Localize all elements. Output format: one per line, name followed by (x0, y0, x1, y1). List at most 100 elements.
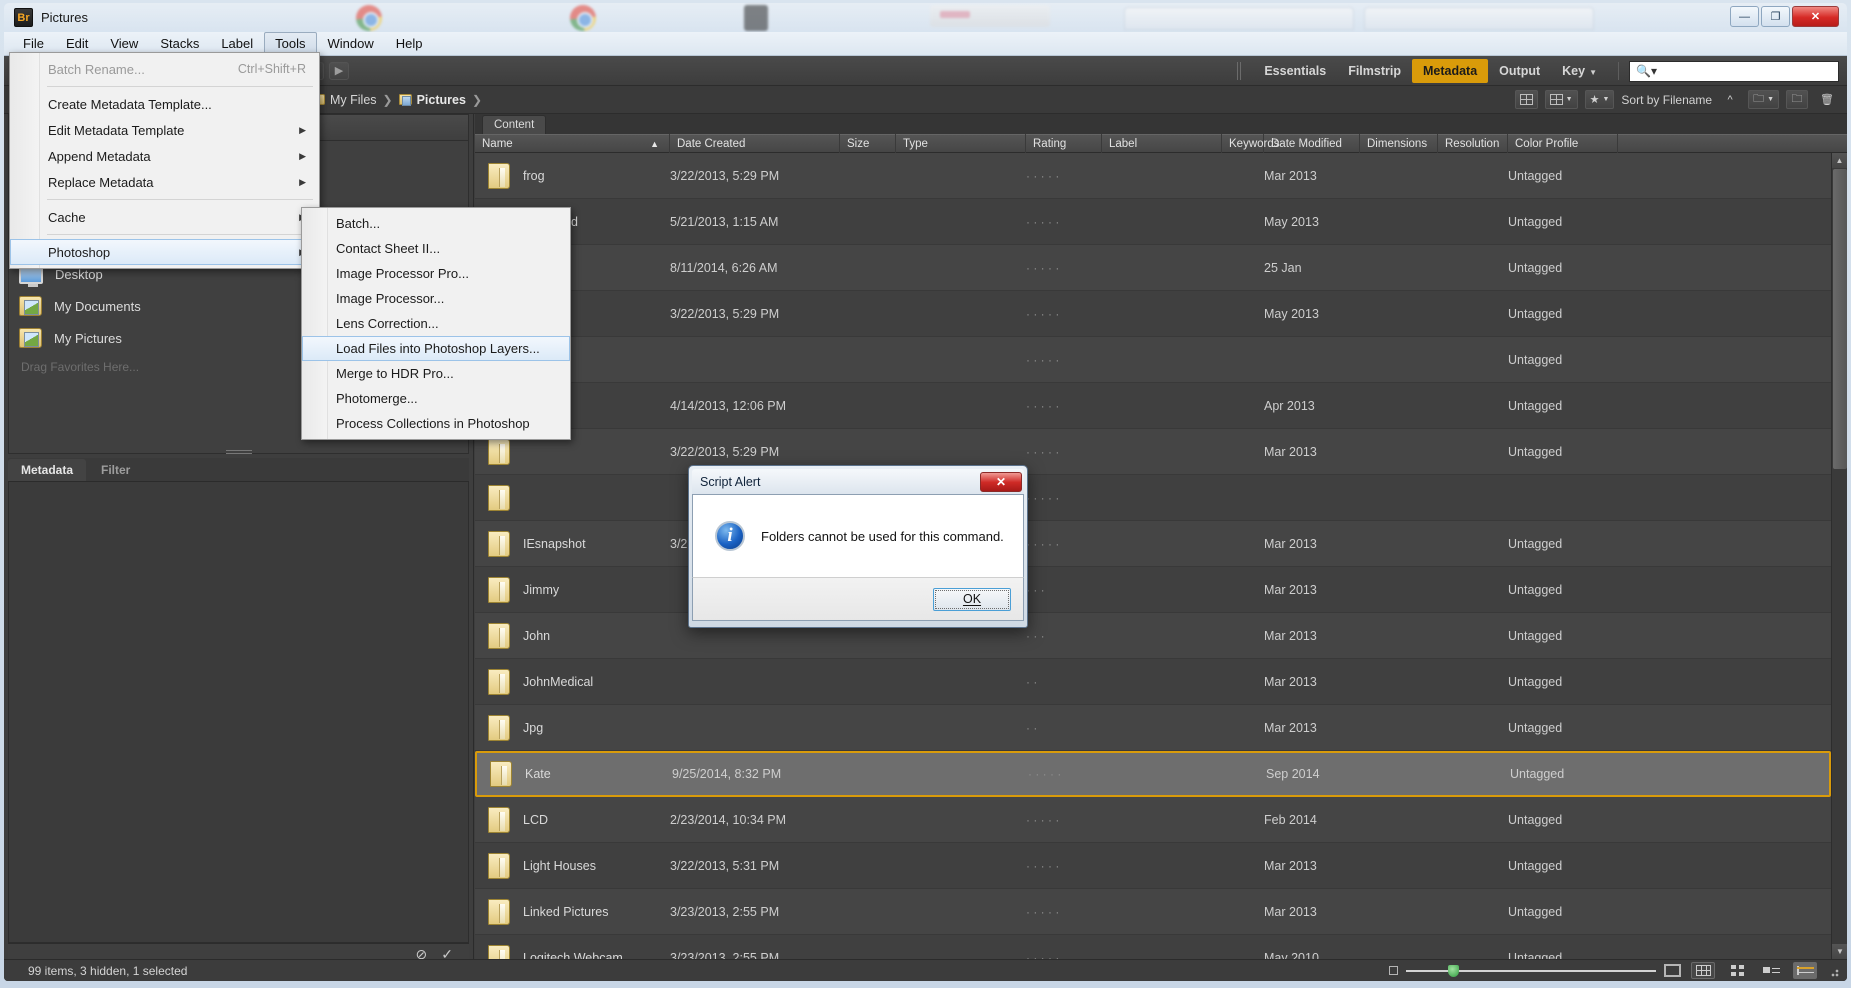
window-resize-grip[interactable] (1827, 964, 1839, 977)
thumbnail-view-button[interactable] (1514, 90, 1538, 109)
content-scrollbar[interactable]: ▲ ▼ (1831, 153, 1847, 959)
column-header-resolution[interactable]: Resolution (1438, 134, 1508, 153)
workspace-key[interactable]: Key ▼ (1551, 59, 1608, 83)
menu-item-append-metadata[interactable]: Append Metadata ▶ (10, 143, 319, 169)
column-header-label[interactable]: Label (1102, 134, 1222, 153)
workspace-filmstrip[interactable]: Filmstrip (1337, 59, 1412, 83)
table-row[interactable]: 4/14/2013, 12:06 PM · · · · · Apr 2013 Unta… (475, 383, 1831, 429)
submenu-item-lens-correction[interactable]: Lens Correction... (302, 311, 570, 336)
maximize-button[interactable]: ❐ (1761, 6, 1790, 27)
browser-tab-ghost-2 (1364, 7, 1594, 30)
cell-name: IEsnapshot (523, 536, 586, 551)
submenu-item-merge-to-hdr-pro[interactable]: Merge to HDR Pro... (302, 361, 570, 386)
thumbnail-size-slider[interactable] (1389, 964, 1681, 977)
scrollbar-thumb[interactable] (1833, 169, 1847, 469)
list-view-button[interactable] (1793, 962, 1817, 979)
menu-item-photoshop[interactable]: Photoshop ▶ (10, 239, 319, 265)
search-box[interactable]: 🔍▾ (1629, 60, 1839, 82)
details-view-button[interactable] (1759, 962, 1783, 979)
submenu-item-image-processor[interactable]: Image Processor... (302, 286, 570, 311)
breadcrumb-item-my-files[interactable]: My Files (312, 93, 377, 107)
table-row[interactable]: Light Houses 3/22/2013, 5:31 PM · · · · · M… (475, 843, 1831, 889)
table-row[interactable]: 3/22/2013, 5:29 PM · · · · · May 2013 Untag… (475, 291, 1831, 337)
slider-track[interactable] (1406, 964, 1656, 977)
folder-icon-pictures (19, 328, 42, 348)
chevron-right-icon-2[interactable]: ❯ (472, 93, 482, 107)
forward-arrow-icon[interactable]: ▶ (329, 61, 349, 80)
column-header-keywords[interactable]: Keywords (1222, 134, 1280, 153)
workspace-metadata[interactable]: Metadata (1411, 59, 1489, 83)
submenu-item-load-files-into-layers[interactable]: Load Files into Photoshop Layers... (302, 336, 570, 361)
column-header-dimensions[interactable]: Dimensions (1360, 134, 1438, 153)
large-thumbnail-icon[interactable] (1664, 964, 1681, 977)
cell-color-profile: Untagged (1508, 536, 1563, 551)
delete-button[interactable]: 🗑 (1815, 90, 1839, 109)
column-header-color-profile[interactable]: Color Profile (1508, 134, 1618, 153)
table-row[interactable]: Logitech Webcam 3/23/2013, 2:55 PM · · · ·… (475, 935, 1831, 959)
table-row[interactable]: JohnMedical · · Mar 2013 Untagged (475, 659, 1831, 705)
table-row[interactable]: Linked Pictures 3/23/2013, 2:55 PM · · · ·… (475, 889, 1831, 935)
table-row[interactable]: 3/22/2013, 5:29 PM · · · · · Mar 2013 Untag… (475, 429, 1831, 475)
sort-direction-button[interactable]: ^ (1719, 90, 1741, 109)
breadcrumb-item-pictures[interactable]: Pictures (398, 93, 466, 107)
table-row[interactable]: John · · · Mar 2013 Untagged (475, 613, 1831, 659)
submenu-item-contact-sheet[interactable]: Contact Sheet II... (302, 236, 570, 261)
tab-content[interactable]: Content (482, 115, 547, 134)
table-row[interactable]: LCD 2/23/2014, 10:34 PM · · · · · Feb 2014 U… (475, 797, 1831, 843)
table-row[interactable]: Jpg · · Mar 2013 Untagged (475, 705, 1831, 751)
tab-filter[interactable]: Filter (88, 459, 143, 481)
workspace-essentials[interactable]: Essentials (1253, 59, 1337, 83)
menu-item-create-metadata-template[interactable]: Create Metadata Template... (10, 91, 319, 117)
menu-item-edit-metadata-template[interactable]: Edit Metadata Template ▶ (10, 117, 319, 143)
new-folder-button[interactable]: 🗀 ▼ (1748, 90, 1780, 109)
dialog-title-bar: Script Alert ✕ (692, 469, 1024, 494)
column-header-type[interactable]: Type (896, 134, 1026, 153)
sort-label[interactable]: Sort by Filename (1621, 93, 1712, 107)
menu-item-replace-metadata[interactable]: Replace Metadata ▶ (10, 169, 319, 195)
dialog-close-button[interactable]: ✕ (980, 471, 1022, 492)
submenu-item-image-processor-pro[interactable]: Image Processor Pro... (302, 261, 570, 286)
file-list[interactable]: frog 3/22/2013, 5:29 PM · · · · · Mar 2013 U… (475, 153, 1831, 959)
scroll-down-arrow-icon[interactable]: ▼ (1832, 944, 1847, 959)
create-folder-button[interactable]: 🗀 (1786, 90, 1809, 109)
cell-color-profile: Untagged (1508, 260, 1563, 275)
grid-view-button[interactable] (1691, 962, 1715, 979)
table-row[interactable]: Kate 9/25/2014, 8:32 PM · · · · · Sep 2014 U… (475, 751, 1831, 797)
submenu-item-photomerge[interactable]: Photomerge... (302, 386, 570, 411)
cell-rating: · · (1026, 720, 1038, 735)
search-input[interactable] (1656, 64, 1827, 78)
thumbnail-view-toggle[interactable] (1725, 962, 1749, 979)
panel-divider-handle[interactable] (225, 450, 252, 456)
ok-button[interactable]: OK (933, 587, 1011, 611)
table-row[interactable]: Jimmy · · · Mar 2013 Untagged (475, 567, 1831, 613)
small-thumbnail-icon[interactable] (1389, 966, 1398, 975)
column-header-name[interactable]: Name ▲ (475, 134, 670, 153)
workspace-output[interactable]: Output (1488, 59, 1551, 83)
table-row[interactable]: Gamepad5/21/2013, 1:15 AM· · · · ·May 20… (475, 199, 1831, 245)
filter-view-button[interactable]: ▼ (1544, 90, 1578, 109)
menu-item-batch-rename[interactable]: Batch Rename... Ctrl+Shift+R (10, 56, 319, 82)
submenu-item-batch[interactable]: Batch... (302, 211, 570, 236)
menu-item-cache[interactable]: Cache ▶ (10, 204, 319, 230)
minimize-button[interactable]: — (1730, 6, 1759, 27)
column-header-date-modified[interactable]: Date Modified (1264, 134, 1360, 153)
menu-window[interactable]: Window (317, 32, 385, 55)
cell-rating: · · · · · (1026, 536, 1060, 551)
column-header-date-created[interactable]: Date Created (670, 134, 840, 153)
table-row[interactable]: frog 3/22/2013, 5:29 PM · · · · · Mar 2013 U… (475, 153, 1831, 199)
submenu-item-process-collections[interactable]: Process Collections in Photoshop (302, 411, 570, 436)
close-button[interactable]: ✕ (1792, 6, 1839, 27)
workspace-grip-handle[interactable] (1237, 62, 1244, 80)
tab-metadata[interactable]: Metadata (8, 459, 87, 481)
menu-help[interactable]: Help (385, 32, 434, 55)
star-filter-button[interactable]: ★ ▼ (1584, 90, 1615, 109)
column-header-size[interactable]: Size (840, 134, 896, 153)
scroll-up-arrow-icon[interactable]: ▲ (1832, 153, 1847, 168)
slider-knob[interactable] (1448, 964, 1459, 977)
table-row[interactable]: · · · · · (475, 475, 1831, 521)
column-header-rating[interactable]: Rating (1026, 134, 1102, 153)
table-row[interactable]: 8/11/2014, 6:26 AM · · · · · 25 Jan Untagge… (475, 245, 1831, 291)
table-row[interactable]: · · · · · Untagged (475, 337, 1831, 383)
table-row[interactable]: IEsnapshot3/23/2013, 2:55 PM· · · · ·Mar… (475, 521, 1831, 567)
toolbar-separator (1618, 62, 1619, 80)
